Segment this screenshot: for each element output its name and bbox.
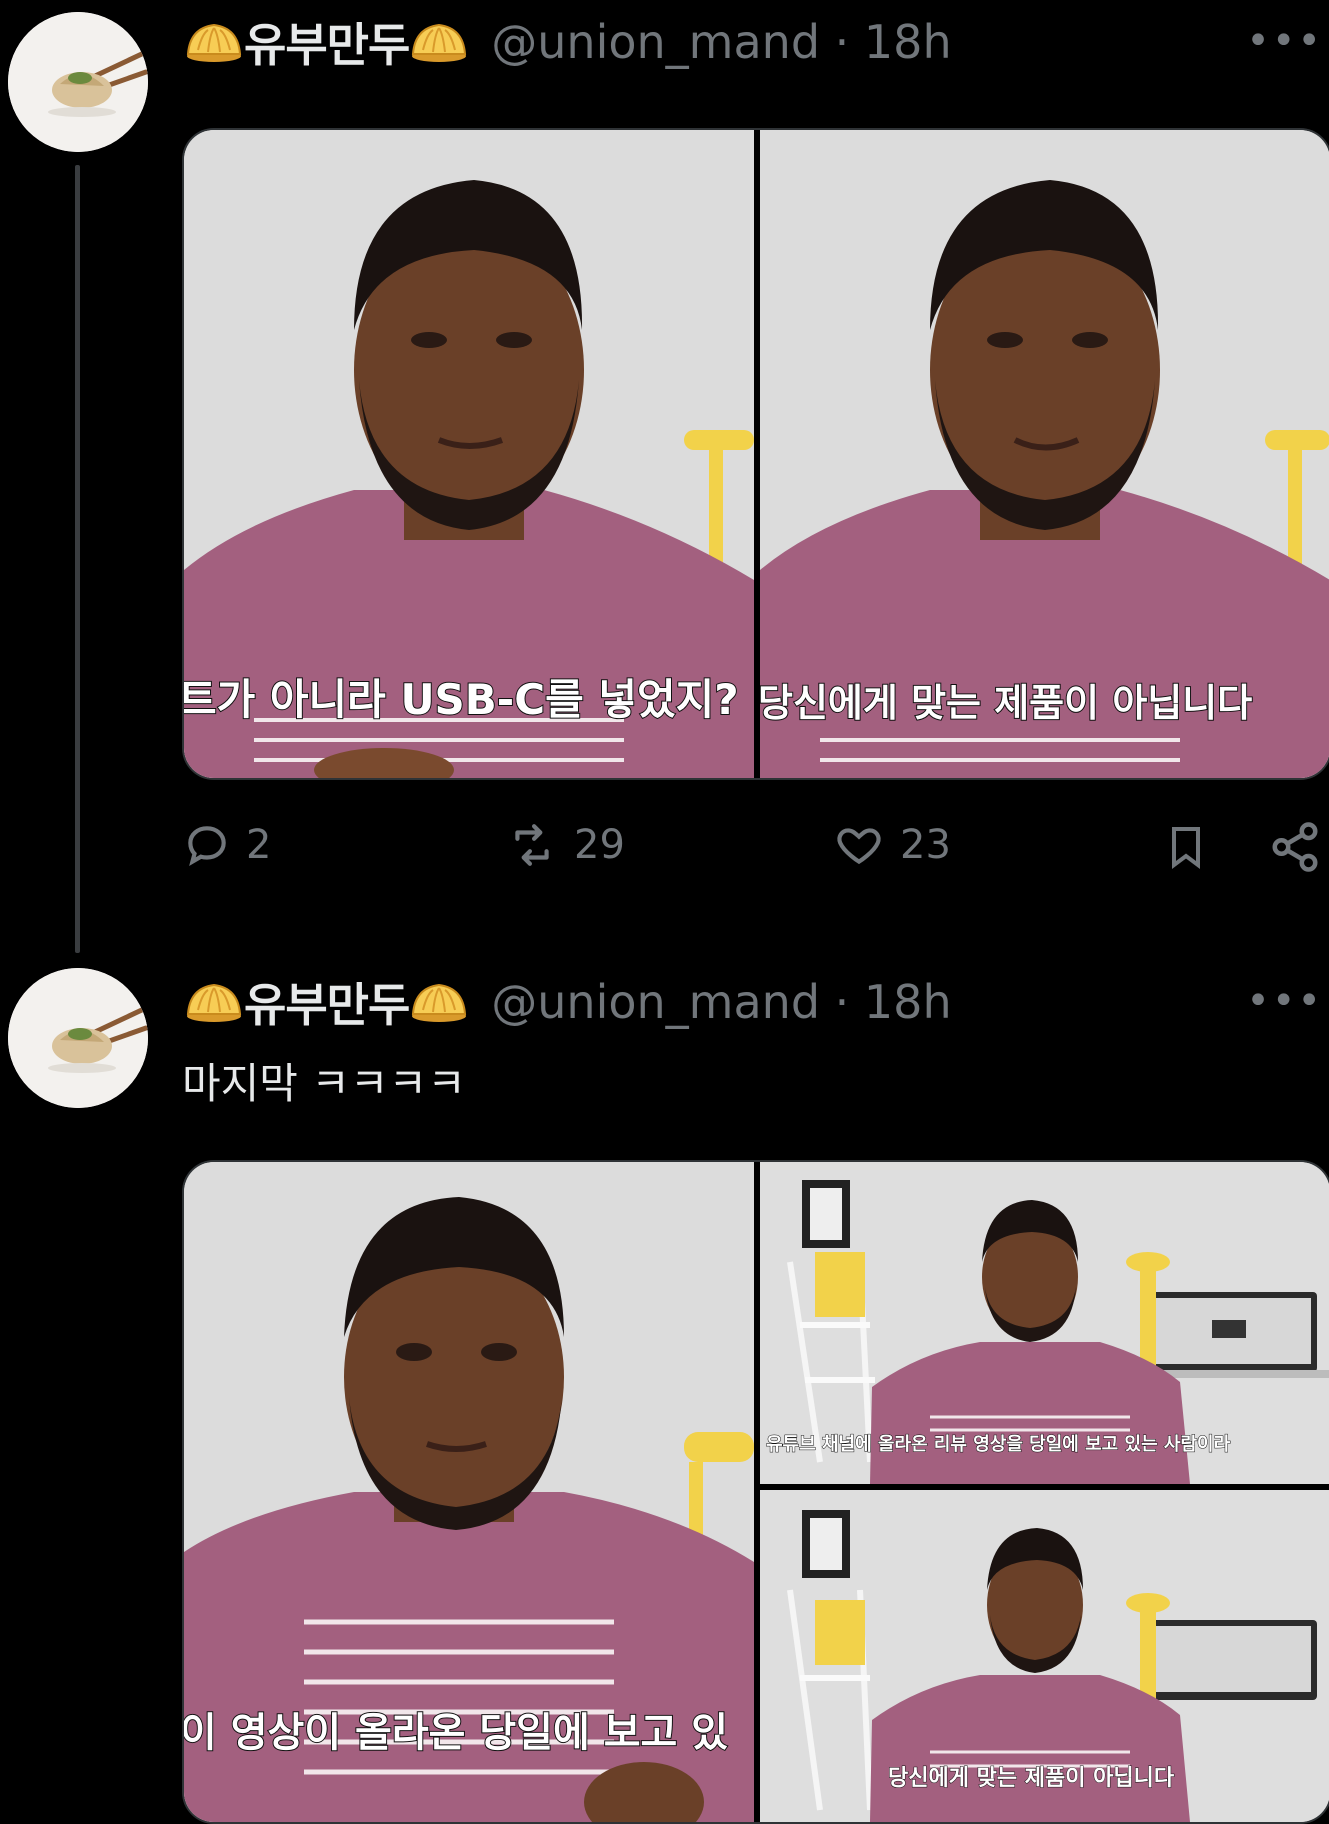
- reply-button[interactable]: 2: [182, 820, 271, 870]
- media-grid: 트가 아니라 USB-C를 넣었지? 당신에게 맞는 제품이 아닙니다: [182, 128, 1329, 780]
- subtitle-caption: 당신에게 맞는 제품이 아닙니다: [760, 680, 1253, 726]
- tweet-text: 마지막 ㅋㅋㅋㅋ: [182, 1059, 466, 1108]
- dumpling-emoji-icon: [184, 20, 244, 64]
- dumpling-emoji-icon: [184, 980, 244, 1024]
- more-icon[interactable]: •••: [1246, 18, 1323, 64]
- tweet-header: 유부만두 @union_mand · 18h: [184, 972, 952, 1032]
- media-grid: 이 영상이 올라온 당일에 보고 있 유튜브 채널에 올라온 리뷰 영상을 당일…: [182, 1160, 1329, 1824]
- like-icon: [837, 828, 881, 865]
- timestamp[interactable]: 18h: [864, 975, 952, 1029]
- dumpling-emoji-icon: [409, 980, 469, 1024]
- tweet-actions: 2 29 23: [182, 820, 1328, 890]
- reply-icon: [188, 826, 226, 867]
- thread-line: [75, 165, 80, 953]
- subtitle-caption: 유튜브 채널에 올라온 리뷰 영상을 당일에 보고 있는 사람이라: [765, 1434, 1231, 1456]
- subtitle-caption: 당신에게 맞는 제품이 아닙니다: [887, 1766, 1175, 1792]
- retweet-button[interactable]: 29: [504, 820, 625, 870]
- share-button[interactable]: [1268, 820, 1322, 874]
- media-image[interactable]: 당신에게 맞는 제품이 아닙니다: [760, 1490, 1329, 1822]
- reply-count: 2: [246, 822, 272, 868]
- retweet-icon: [515, 824, 549, 866]
- subtitle-caption: 이 영상이 올라온 당일에 보고 있: [184, 1709, 729, 1757]
- like-button[interactable]: 23: [832, 820, 951, 870]
- media-image[interactable]: 트가 아니라 USB-C를 넣었지?: [184, 130, 754, 778]
- avatar[interactable]: [8, 968, 148, 1108]
- retweet-count: 29: [574, 822, 625, 868]
- display-name[interactable]: 유부만두: [244, 9, 410, 75]
- dumpling-emoji-icon: [409, 20, 469, 64]
- bookmark-button[interactable]: [1162, 820, 1210, 874]
- share-icon: [1272, 822, 1318, 872]
- timestamp[interactable]: 18h: [864, 15, 952, 69]
- media-image[interactable]: 당신에게 맞는 제품이 아닙니다: [760, 130, 1329, 778]
- tweet-header: 유부만두 @union_mand · 18h: [184, 12, 952, 72]
- like-count: 23: [900, 822, 951, 868]
- media-image[interactable]: 이 영상이 올라온 당일에 보고 있: [184, 1162, 754, 1822]
- bookmark-icon: [1172, 827, 1200, 869]
- handle[interactable]: @union_mand · 18h: [491, 975, 951, 1029]
- display-name[interactable]: 유부만두: [244, 969, 410, 1035]
- avatar[interactable]: [8, 12, 148, 152]
- more-icon[interactable]: •••: [1246, 978, 1323, 1024]
- handle[interactable]: @union_mand · 18h: [491, 15, 951, 69]
- subtitle-caption: 트가 아니라 USB-C를 넣었지?: [184, 674, 740, 725]
- media-image[interactable]: 유튜브 채널에 올라온 리뷰 영상을 당일에 보고 있는 사람이라: [760, 1162, 1329, 1484]
